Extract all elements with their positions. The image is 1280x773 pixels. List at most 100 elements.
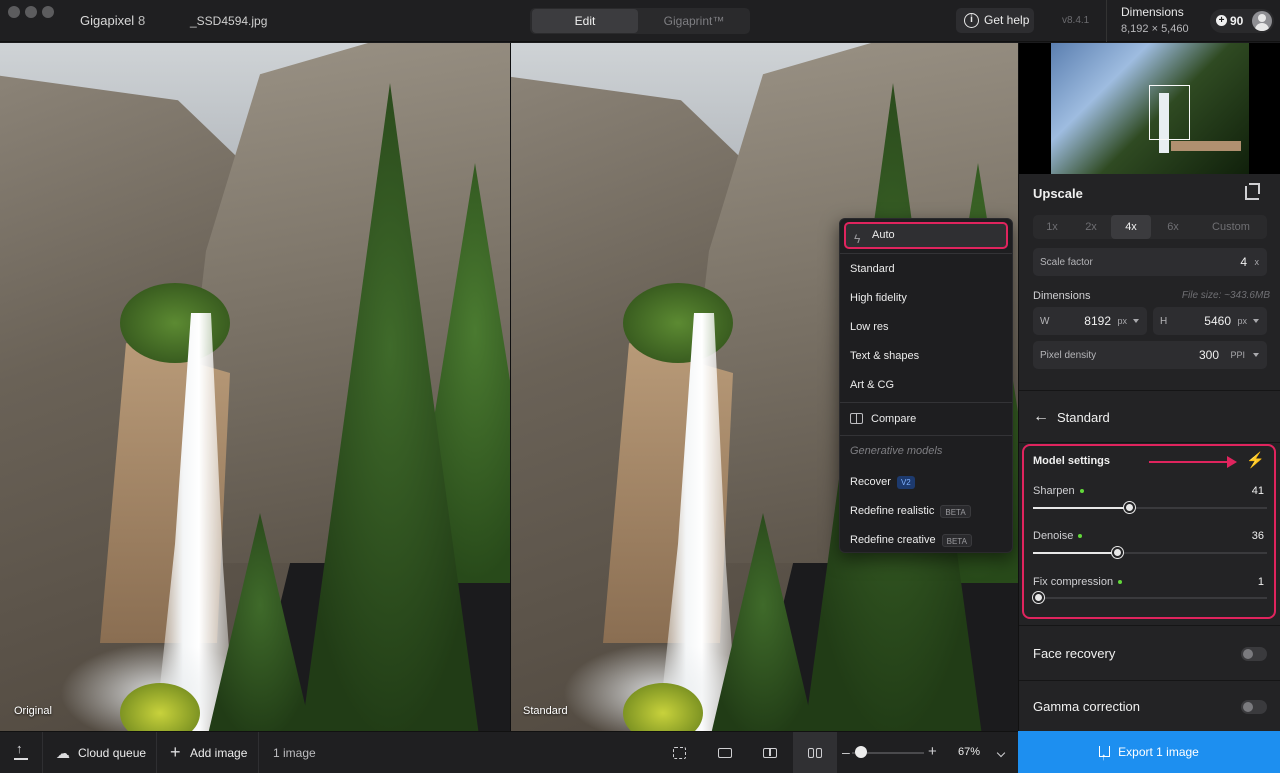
cloud-queue-button[interactable]: Cloud queue	[78, 746, 146, 760]
app-version-major: 8	[138, 13, 146, 28]
tab-gigaprint[interactable]: Gigaprint™	[640, 9, 748, 33]
menu-item-recover-label: Recover	[850, 476, 891, 488]
menu-item-compare-label: Compare	[871, 413, 917, 425]
get-help-label: Get help	[984, 13, 1030, 27]
face-recovery-toggle[interactable]	[1241, 647, 1267, 661]
single-view-button[interactable]	[703, 732, 747, 773]
plus-icon: +	[170, 742, 181, 762]
zoom-level[interactable]: 67%	[958, 746, 980, 758]
dimensions-label: Dimensions	[1121, 5, 1184, 19]
zoom-slider-thumb[interactable]	[855, 746, 867, 758]
fix-compression-label: Fix compression	[1033, 576, 1123, 588]
pixel-density-field[interactable]: Pixel density 300 PPI	[1033, 341, 1267, 369]
image-count: 1 image	[273, 746, 316, 760]
denoise-value: 36	[1251, 530, 1264, 542]
zoom-in-button[interactable]: +	[928, 743, 937, 760]
split-view-icon	[763, 748, 777, 758]
scale-option-6x[interactable]: 6x	[1153, 215, 1193, 239]
scale-factor-label: Scale factor	[1040, 257, 1093, 268]
menu-item-redefine-creative[interactable]: Redefine creative BETA	[840, 526, 1012, 554]
export-button[interactable]: Export 1 image	[1018, 731, 1280, 773]
avatar[interactable]	[1252, 11, 1272, 31]
annotation-arrow	[1149, 461, 1229, 463]
menu-item-redefine-realistic-label: Redefine realistic	[850, 505, 935, 517]
selected-model-name[interactable]: Standard	[1057, 410, 1110, 425]
crop-icon[interactable]	[1245, 183, 1260, 200]
height-unit-caret-icon[interactable]	[1253, 319, 1259, 323]
menu-item-standard[interactable]: Standard	[840, 255, 1012, 283]
export-icon	[1099, 737, 1111, 773]
sharpen-slider[interactable]	[1033, 502, 1267, 513]
app-name: Gigapixel	[80, 13, 135, 28]
scale-option-2x[interactable]: 2x	[1071, 215, 1111, 239]
denoise-slider[interactable]	[1033, 547, 1267, 558]
side-by-side-view-button[interactable]	[793, 732, 837, 773]
denoise-slider-thumb[interactable]	[1112, 547, 1123, 558]
scale-option-custom[interactable]: Custom	[1195, 215, 1267, 239]
gamma-correction-toggle[interactable]	[1241, 700, 1267, 714]
sharpen-slider-thumb[interactable]	[1124, 502, 1135, 513]
export-label: Export 1 image	[1118, 745, 1199, 759]
dimensions-section-label: Dimensions	[1033, 290, 1091, 302]
side-by-side-left-icon	[808, 748, 814, 758]
menu-item-compare[interactable]: Compare	[840, 405, 1012, 433]
height-unit: px	[1237, 316, 1247, 326]
height-label: H	[1160, 316, 1168, 327]
tab-edit[interactable]: Edit	[532, 9, 638, 33]
upload-icon[interactable]	[14, 741, 28, 760]
menu-item-auto-label: Auto	[872, 229, 895, 241]
scale-factor-value: 4	[1240, 255, 1247, 269]
fix-compression-slider-thumb[interactable]	[1033, 592, 1044, 603]
gamma-correction-label: Gamma correction	[1033, 699, 1140, 714]
bolt-outline-icon: ϟ	[854, 232, 861, 246]
fix-compression-slider[interactable]	[1033, 592, 1267, 603]
menu-item-art-cg[interactable]: Art & CG	[840, 371, 1012, 399]
settings-panel: Upscale 1x 2x 4x 6x Custom Scale factor …	[1018, 43, 1280, 731]
split-view-button[interactable]	[748, 732, 792, 773]
version-label: v8.4.1	[1062, 15, 1090, 26]
width-field[interactable]: W 8192 px	[1033, 307, 1147, 335]
model-settings-title: Model settings	[1033, 455, 1111, 467]
menu-item-redefine-creative-label: Redefine creative	[850, 534, 936, 546]
zoom-dropdown-chevron-icon[interactable]	[996, 748, 1006, 758]
menu-item-low-res[interactable]: Low res	[840, 313, 1012, 341]
menu-item-text-shapes[interactable]: Text & shapes	[840, 342, 1012, 370]
scale-options: 1x 2x 4x 6x Custom	[1033, 215, 1267, 239]
focus-view-button[interactable]	[658, 732, 702, 773]
minimize-window-button[interactable]	[25, 6, 37, 18]
beta-badge: BETA	[941, 533, 972, 547]
credits-count: 90	[1230, 14, 1244, 28]
menu-item-redefine-realistic[interactable]: Redefine realistic BETA	[840, 497, 1012, 525]
dimensions-readout: Dimensions 8,192 × 5,460	[1106, 0, 1204, 42]
viewport-frame[interactable]	[1149, 85, 1190, 140]
scale-option-1x[interactable]: 1x	[1033, 215, 1071, 239]
width-unit-caret-icon[interactable]	[1133, 319, 1139, 323]
cloud-icon: ☁	[56, 745, 70, 761]
back-arrow-icon[interactable]: ←	[1033, 408, 1049, 426]
credits-icon: +	[1216, 15, 1227, 26]
original-label: Original	[14, 705, 52, 717]
compare-icon	[850, 413, 863, 424]
scale-option-4x[interactable]: 4x	[1111, 215, 1151, 239]
credits-badge[interactable]: + 90	[1210, 9, 1274, 33]
original-preview[interactable]: Original	[0, 43, 510, 731]
scale-factor-field[interactable]: Scale factor 4 x	[1033, 248, 1267, 276]
get-help-button[interactable]: i Get help	[956, 8, 1034, 33]
menu-item-auto[interactable]: ϟ Auto	[844, 222, 1008, 249]
bolt-icon[interactable]: ⚡	[1246, 451, 1265, 469]
single-view-icon	[718, 748, 732, 758]
close-window-button[interactable]	[8, 6, 20, 18]
file-size-estimate: File size: ~343.6MB	[1181, 290, 1270, 301]
maximize-window-button[interactable]	[42, 6, 54, 18]
height-field[interactable]: H 5460 px	[1153, 307, 1267, 335]
navigator-thumbnail[interactable]	[1019, 43, 1280, 174]
add-image-button[interactable]: Add image	[190, 746, 247, 760]
zoom-out-button[interactable]: –	[842, 744, 850, 760]
upscale-title: Upscale	[1033, 186, 1083, 201]
menu-item-high-fidelity[interactable]: High fidelity	[840, 284, 1012, 312]
denoise-label: Denoise	[1033, 530, 1083, 542]
width-unit: px	[1117, 316, 1127, 326]
menu-item-recover[interactable]: Recover V2	[840, 468, 1012, 496]
density-unit-caret-icon[interactable]	[1253, 353, 1259, 357]
width-label: W	[1040, 316, 1050, 327]
